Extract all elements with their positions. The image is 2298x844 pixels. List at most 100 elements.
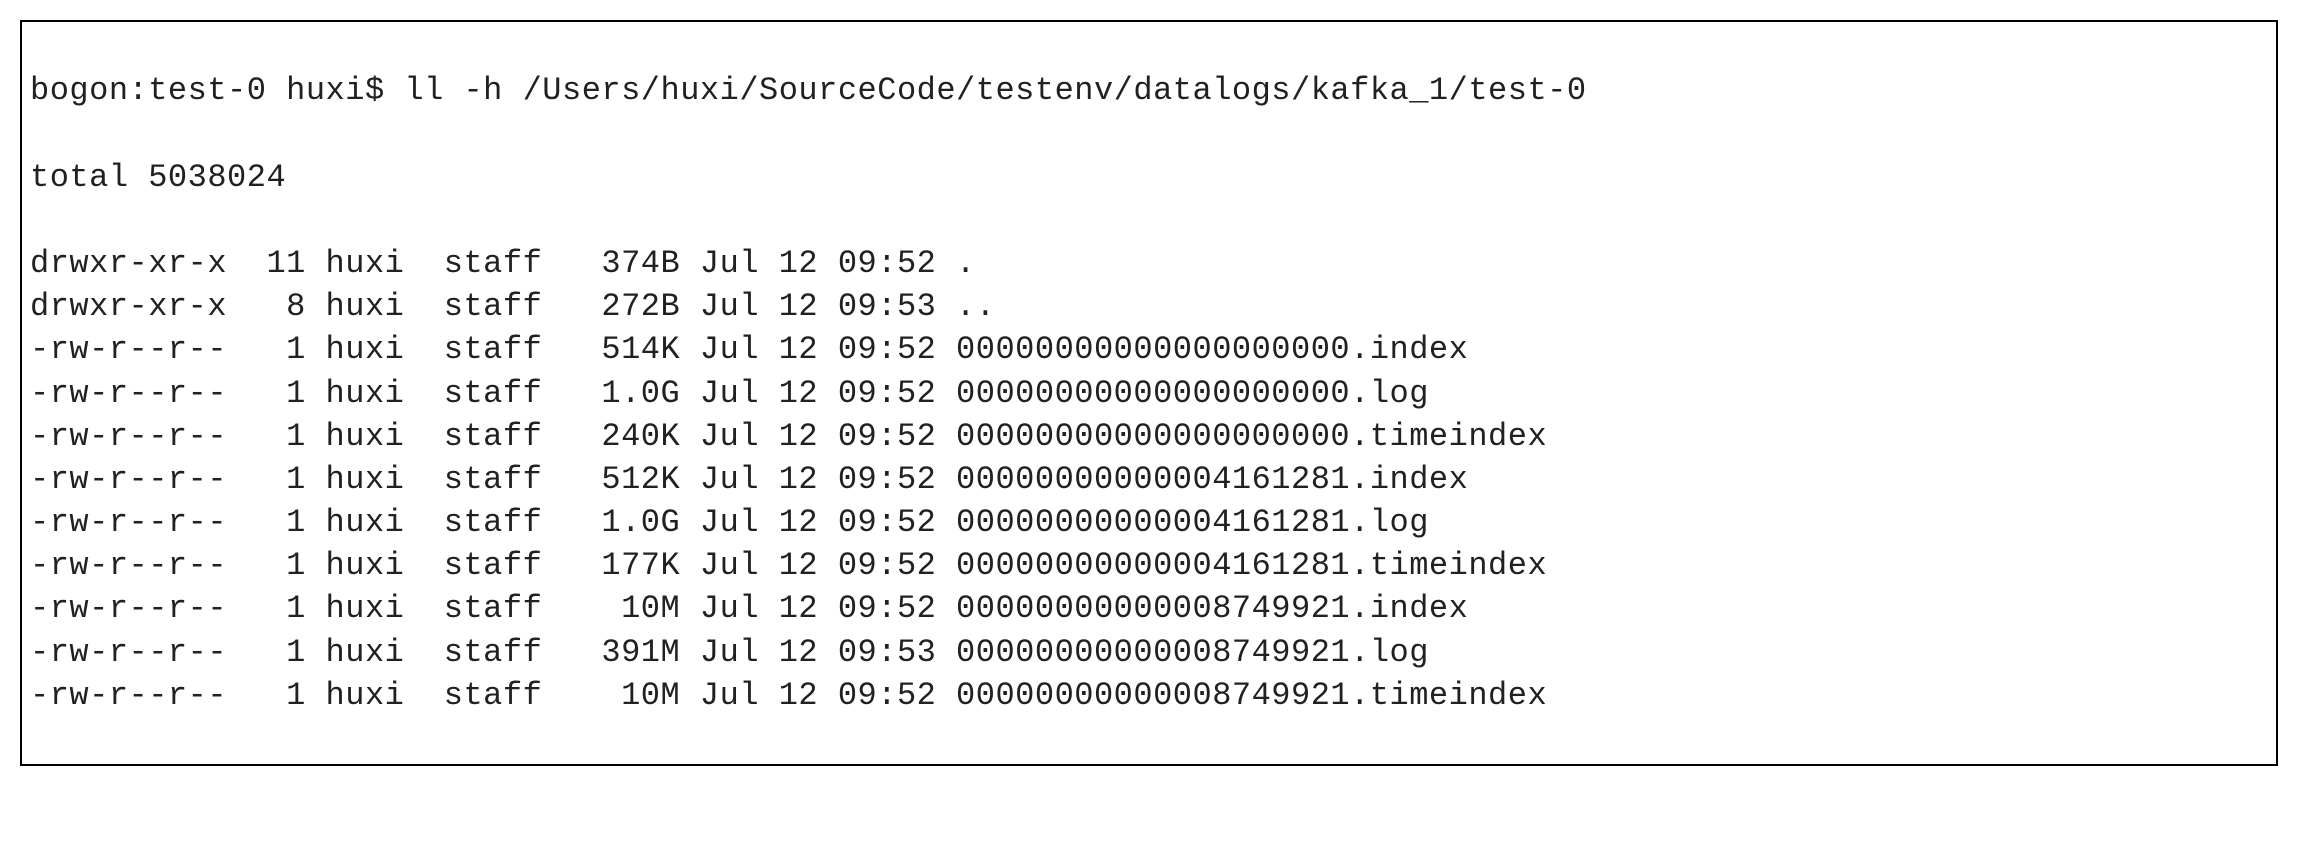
prompt-cwd: test-0 <box>148 72 266 109</box>
col-owner: huxi <box>306 677 405 714</box>
col-group: staff <box>404 375 542 412</box>
col-owner: huxi <box>306 331 405 368</box>
listing-row: -rw-r--r-- 1 huxi staff 1.0G Jul 12 09:5… <box>30 372 2268 415</box>
col-time: 09:52 <box>838 461 937 498</box>
listing-row: -rw-r--r-- 1 huxi staff 177K Jul 12 09:5… <box>30 544 2268 587</box>
listing-row: -rw-r--r-- 1 huxi staff 240K Jul 12 09:5… <box>30 415 2268 458</box>
total-line: total 5038024 <box>30 156 2268 199</box>
col-month: Jul <box>700 331 759 368</box>
listing-row: -rw-r--r-- 1 huxi staff 1.0G Jul 12 09:5… <box>30 501 2268 544</box>
col-name: 00000000000000000000.timeindex <box>956 418 1547 455</box>
col-time: 09:52 <box>838 547 937 584</box>
col-time: 09:52 <box>838 375 937 412</box>
col-owner: huxi <box>306 547 405 584</box>
col-name: 00000000000004161281.index <box>956 461 1468 498</box>
col-group: staff <box>404 590 542 627</box>
prompt-user: huxi <box>286 72 365 109</box>
col-time: 09:52 <box>838 590 937 627</box>
col-size: 374B <box>542 245 680 282</box>
listing-row: -rw-r--r-- 1 huxi staff 514K Jul 12 09:5… <box>30 328 2268 371</box>
col-size: 272B <box>542 288 680 325</box>
col-owner: huxi <box>306 375 405 412</box>
listing-row: -rw-r--r-- 1 huxi staff 10M Jul 12 09:52… <box>30 674 2268 717</box>
file-listing: drwxr-xr-x 11 huxi staff 374B Jul 12 09:… <box>30 242 2268 717</box>
col-size: 10M <box>542 677 680 714</box>
col-links: 11 <box>227 245 306 282</box>
col-permissions: -rw-r--r-- <box>30 331 227 368</box>
col-size: 391M <box>542 634 680 671</box>
col-permissions: -rw-r--r-- <box>30 375 227 412</box>
col-name: 00000000000000000000.log <box>956 375 1429 412</box>
prompt-line: bogon:test-0 huxi$ ll -h /Users/huxi/Sou… <box>30 69 2268 112</box>
col-day: 12 <box>779 634 818 671</box>
prompt-host: bogon <box>30 72 129 109</box>
col-day: 12 <box>779 331 818 368</box>
col-links: 1 <box>227 590 306 627</box>
col-group: staff <box>404 245 542 282</box>
col-day: 12 <box>779 677 818 714</box>
col-owner: huxi <box>306 634 405 671</box>
col-group: staff <box>404 288 542 325</box>
col-name: 00000000000000000000.index <box>956 331 1468 368</box>
prompt-symbol: $ <box>365 72 385 109</box>
col-links: 1 <box>227 418 306 455</box>
col-permissions: -rw-r--r-- <box>30 677 227 714</box>
col-time: 09:52 <box>838 677 937 714</box>
col-month: Jul <box>700 418 759 455</box>
col-month: Jul <box>700 677 759 714</box>
col-size: 240K <box>542 418 680 455</box>
col-size: 514K <box>542 331 680 368</box>
terminal-output: bogon:test-0 huxi$ ll -h /Users/huxi/Sou… <box>20 20 2278 766</box>
col-size: 10M <box>542 590 680 627</box>
col-month: Jul <box>700 375 759 412</box>
col-links: 1 <box>227 677 306 714</box>
col-permissions: -rw-r--r-- <box>30 547 227 584</box>
col-group: staff <box>404 677 542 714</box>
col-time: 09:53 <box>838 634 937 671</box>
col-month: Jul <box>700 245 759 282</box>
col-day: 12 <box>779 590 818 627</box>
col-size: 177K <box>542 547 680 584</box>
col-time: 09:52 <box>838 418 937 455</box>
col-links: 1 <box>227 331 306 368</box>
col-permissions: -rw-r--r-- <box>30 634 227 671</box>
col-permissions: drwxr-xr-x <box>30 245 227 282</box>
col-owner: huxi <box>306 418 405 455</box>
listing-row: -rw-r--r-- 1 huxi staff 391M Jul 12 09:5… <box>30 631 2268 674</box>
col-time: 09:52 <box>838 245 937 282</box>
col-month: Jul <box>700 461 759 498</box>
col-group: staff <box>404 504 542 541</box>
col-owner: huxi <box>306 590 405 627</box>
col-group: staff <box>404 461 542 498</box>
col-time: 09:53 <box>838 288 937 325</box>
col-permissions: -rw-r--r-- <box>30 504 227 541</box>
col-permissions: -rw-r--r-- <box>30 461 227 498</box>
col-name: 00000000000004161281.log <box>956 504 1429 541</box>
col-size: 512K <box>542 461 680 498</box>
col-group: staff <box>404 547 542 584</box>
col-size: 1.0G <box>542 375 680 412</box>
listing-row: drwxr-xr-x 8 huxi staff 272B Jul 12 09:5… <box>30 285 2268 328</box>
col-month: Jul <box>700 590 759 627</box>
listing-row: drwxr-xr-x 11 huxi staff 374B Jul 12 09:… <box>30 242 2268 285</box>
col-time: 09:52 <box>838 331 937 368</box>
col-links: 1 <box>227 547 306 584</box>
col-month: Jul <box>700 504 759 541</box>
col-links: 1 <box>227 634 306 671</box>
listing-row: -rw-r--r-- 1 huxi staff 10M Jul 12 09:52… <box>30 587 2268 630</box>
col-owner: huxi <box>306 245 405 282</box>
col-name: 00000000000004161281.timeindex <box>956 547 1547 584</box>
col-group: staff <box>404 634 542 671</box>
col-month: Jul <box>700 634 759 671</box>
col-name: .. <box>956 288 995 325</box>
col-size: 1.0G <box>542 504 680 541</box>
col-owner: huxi <box>306 504 405 541</box>
col-links: 8 <box>227 288 306 325</box>
listing-row: -rw-r--r-- 1 huxi staff 512K Jul 12 09:5… <box>30 458 2268 501</box>
col-day: 12 <box>779 245 818 282</box>
command-text: ll -h /Users/huxi/SourceCode/testenv/dat… <box>404 72 1586 109</box>
col-month: Jul <box>700 547 759 584</box>
col-permissions: drwxr-xr-x <box>30 288 227 325</box>
col-name: 00000000000008749921.log <box>956 634 1429 671</box>
col-links: 1 <box>227 504 306 541</box>
